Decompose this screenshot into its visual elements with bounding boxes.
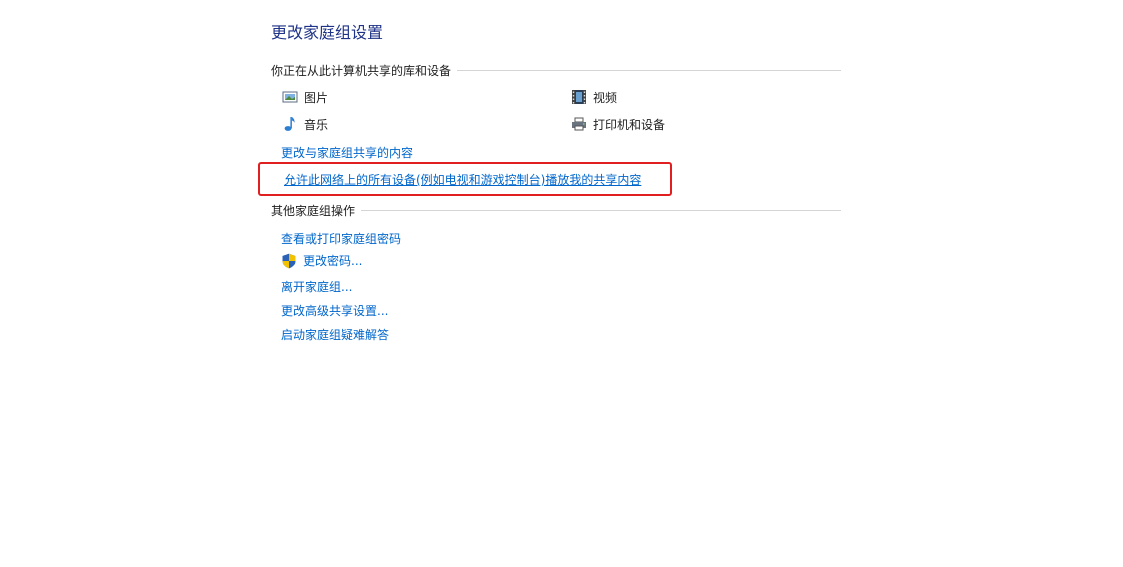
videos-icon [571,89,587,105]
library-videos-label: 视频 [593,90,618,105]
homegroup-settings-page: 更改家庭组设置 你正在从此计算机共享的库和设备 图片 视频 音乐 打印机和设备 … [0,0,1123,567]
library-printers-label: 打印机和设备 [593,117,666,132]
printer-icon [571,116,587,132]
view-print-password-link[interactable]: 查看或打印家庭组密码 [281,230,401,247]
library-pictures: 图片 [282,88,328,106]
other-actions-section-header: 其他家庭组操作 [271,202,841,218]
sharing-section-label: 你正在从此计算机共享的库和设备 [271,63,452,78]
section-divider [457,69,841,71]
section-divider [361,209,841,211]
pictures-icon [282,89,298,105]
change-password-label: 更改密码... [303,254,363,268]
allow-devices-stream-link[interactable]: 允许此网络上的所有设备(例如电视和游戏控制台)播放我的共享内容 [284,171,641,188]
library-music-label: 音乐 [304,117,329,132]
music-icon [282,116,298,132]
library-videos: 视频 [571,88,617,106]
advanced-sharing-settings-link[interactable]: 更改高级共享设置... [281,302,388,319]
change-shared-content-link[interactable]: 更改与家庭组共享的内容 [281,144,413,161]
leave-homegroup-link[interactable]: 离开家庭组... [281,278,352,295]
sharing-section-header: 你正在从此计算机共享的库和设备 [271,62,841,78]
library-printers: 打印机和设备 [571,115,665,133]
change-password-link[interactable]: 更改密码... [281,252,362,269]
homegroup-troubleshooter-link[interactable]: 启动家庭组疑难解答 [281,326,389,343]
other-actions-label: 其他家庭组操作 [271,203,356,218]
uac-shield-icon [281,253,297,269]
page-title: 更改家庭组设置 [271,23,384,42]
library-music: 音乐 [282,115,328,133]
library-pictures-label: 图片 [304,90,329,105]
